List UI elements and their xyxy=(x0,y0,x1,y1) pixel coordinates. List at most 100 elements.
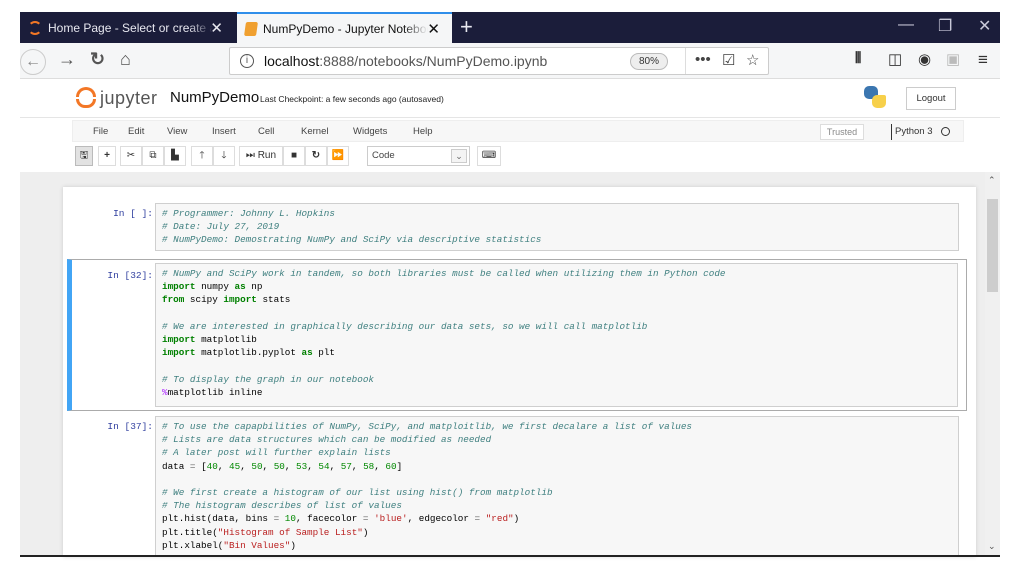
code-token: # Date: July 27, 2019 xyxy=(162,221,280,233)
save-button[interactable]: 🖫 xyxy=(75,146,93,166)
code-input[interactable]: # To use the capapbilities of NumPy, Sci… xyxy=(155,416,959,557)
code-token: ] xyxy=(396,460,403,472)
menu-widgets[interactable]: Widgets xyxy=(353,126,387,137)
code-input[interactable]: # NumPy and SciPy work in tandem, so bot… xyxy=(155,263,958,407)
menu-bar: File Edit View Insert Cell Kernel Widget… xyxy=(72,120,964,142)
code-token: import xyxy=(223,294,257,306)
move-down-button[interactable]: 🡓 xyxy=(213,146,235,166)
code-token: 57 xyxy=(340,460,352,472)
forward-button[interactable]: → xyxy=(58,49,76,70)
kernel-name[interactable]: Python 3 xyxy=(895,126,933,137)
scroll-down-arrow-icon[interactable]: ⌄ xyxy=(988,541,996,552)
divider xyxy=(685,48,686,74)
kernel-idle-icon xyxy=(941,127,950,136)
copy-button[interactable]: ⧉ xyxy=(142,146,164,166)
zoom-level-badge[interactable]: 80% xyxy=(630,53,669,70)
new-tab-button[interactable]: + xyxy=(460,14,473,40)
jupyter-logo-icon[interactable] xyxy=(76,86,96,108)
cut-button[interactable]: ✂ xyxy=(120,146,142,166)
code-token: # To use the capapbilities of NumPy, Sci… xyxy=(162,421,693,432)
menu-file[interactable]: File xyxy=(93,126,108,137)
code-token: # We first create a histogram of our lis… xyxy=(162,487,553,499)
trusted-indicator[interactable]: Trusted xyxy=(820,124,864,140)
address-bar[interactable]: i localhost:8888/notebooks/NumPyDemo.ipy… xyxy=(229,47,769,75)
command-palette-button[interactable]: ⌨ xyxy=(477,146,501,166)
notebook-name[interactable]: NumPyDemo xyxy=(170,89,259,106)
code-token: "Bin Values" xyxy=(223,539,291,551)
notebook-toolbar: 🖫 + ✂ ⧉ ▙ 🡑 🡓 ⏭ Run ■ ↻ ⏩ Code ⌄ ⌨ xyxy=(72,146,964,168)
page-actions-icon[interactable]: ••• xyxy=(695,51,711,68)
account-icon[interactable]: ◉ xyxy=(918,50,931,68)
tab-bar: Home Page - Select or create a notebook … xyxy=(20,12,1000,43)
interrupt-button[interactable]: ■ xyxy=(283,146,305,166)
checkpoint-status: Last Checkpoint: a few seconds ago (auto… xyxy=(260,94,444,104)
paste-button[interactable]: ▙ xyxy=(164,146,186,166)
cell-type-select[interactable]: Code ⌄ xyxy=(367,146,470,166)
tab-home-page[interactable]: Home Page - Select or create a notebook … xyxy=(20,12,235,43)
close-tab-icon[interactable]: ✕ xyxy=(427,20,440,38)
code-line: # To display the graph in our notebook xyxy=(162,373,951,386)
menu-edit[interactable]: Edit xyxy=(128,126,144,137)
menu-insert[interactable]: Insert xyxy=(212,126,236,137)
input-prompt: In [ ]: xyxy=(113,208,153,219)
code-token: 60 xyxy=(385,460,397,472)
menu-view[interactable]: View xyxy=(167,126,187,137)
sidebar-icon[interactable]: ◫ xyxy=(888,50,902,68)
menu-cell[interactable]: Cell xyxy=(258,126,274,137)
chevron-down-icon[interactable]: ⌄ xyxy=(451,149,467,163)
bookmark-star-icon[interactable]: ☆ xyxy=(746,51,759,69)
code-cell-selected[interactable]: In [32]: # NumPy and SciPy work in tande… xyxy=(67,259,967,411)
code-token: "red" xyxy=(485,513,514,525)
run-button[interactable]: ⏭ Run xyxy=(239,146,283,166)
vertical-scrollbar[interactable]: ⌃ ⌄ xyxy=(985,172,1000,555)
tab-numpydemo[interactable]: NumPyDemo - Jupyter Notebook ✕ xyxy=(237,12,452,43)
scroll-thumb[interactable] xyxy=(987,199,998,292)
code-line: # To use the capapbilities of NumPy, Sci… xyxy=(162,420,952,433)
code-line: from scipy import stats xyxy=(162,293,951,306)
code-token: 10 xyxy=(284,513,296,525)
scroll-up-arrow-icon[interactable]: ⌃ xyxy=(988,175,996,186)
move-up-button[interactable]: 🡑 xyxy=(191,146,213,166)
code-cell[interactable]: In [37]: # To use the capapbilities of N… xyxy=(67,415,967,557)
code-token: 45 xyxy=(229,460,241,472)
menu-icon[interactable]: ≡ xyxy=(978,50,988,70)
code-token: matplotlib xyxy=(195,334,257,346)
info-icon[interactable]: i xyxy=(240,54,254,68)
code-token: # A later post will further explain list… xyxy=(162,447,391,459)
home-button[interactable]: ⌂ xyxy=(120,49,131,70)
code-token: , xyxy=(374,460,386,472)
code-token: matplotlib inline xyxy=(167,386,263,398)
code-line: # We are interested in graphically descr… xyxy=(162,320,951,333)
code-token: matplotlib.pyplot xyxy=(195,347,302,359)
code-input[interactable]: # Programmer: Johnny L. Hopkins # Date: J… xyxy=(155,203,959,251)
back-button[interactable]: ← xyxy=(20,49,46,75)
insert-cell-button[interactable]: + xyxy=(98,146,116,166)
minimize-button[interactable]: — xyxy=(898,16,914,34)
code-token: , xyxy=(351,460,364,472)
screen: Home Page - Select or create a notebook … xyxy=(0,0,1024,566)
menu-kernel[interactable]: Kernel xyxy=(301,126,328,137)
code-line: import matplotlib.pyplot as plt xyxy=(162,346,951,359)
code-cell[interactable]: In [ ]: # Programmer: Johnny L. Hopkins #… xyxy=(67,202,967,257)
code-token: as xyxy=(301,347,313,359)
code-token: , xyxy=(240,460,252,472)
extension-icon[interactable]: ▣ xyxy=(946,50,960,68)
logout-button[interactable]: Logout xyxy=(906,87,956,110)
cell-type-value: Code xyxy=(372,150,395,161)
code-line: plt.title("Histogram of Sample List") xyxy=(162,526,952,539)
code-token: 'blue' xyxy=(374,513,408,525)
close-tab-icon[interactable]: ✕ xyxy=(210,19,223,37)
code-line: # NumPyDemo: Demostrating NumPy and SciP… xyxy=(162,233,952,246)
jupyter-logo-text[interactable]: jupyter xyxy=(100,88,158,109)
restart-run-all-button[interactable]: ⏩ xyxy=(327,146,349,166)
close-window-button[interactable]: ✕ xyxy=(978,16,991,36)
library-icon[interactable]: ⫴ xyxy=(855,50,861,67)
restart-button[interactable]: ↻ xyxy=(305,146,327,166)
menu-help[interactable]: Help xyxy=(413,126,433,137)
reload-button[interactable]: ↻ xyxy=(90,49,105,70)
code-line: # The histogram describes of list of val… xyxy=(162,499,952,512)
pocket-icon[interactable]: ☑ xyxy=(722,51,735,69)
restore-button[interactable]: ❐ xyxy=(938,16,952,36)
